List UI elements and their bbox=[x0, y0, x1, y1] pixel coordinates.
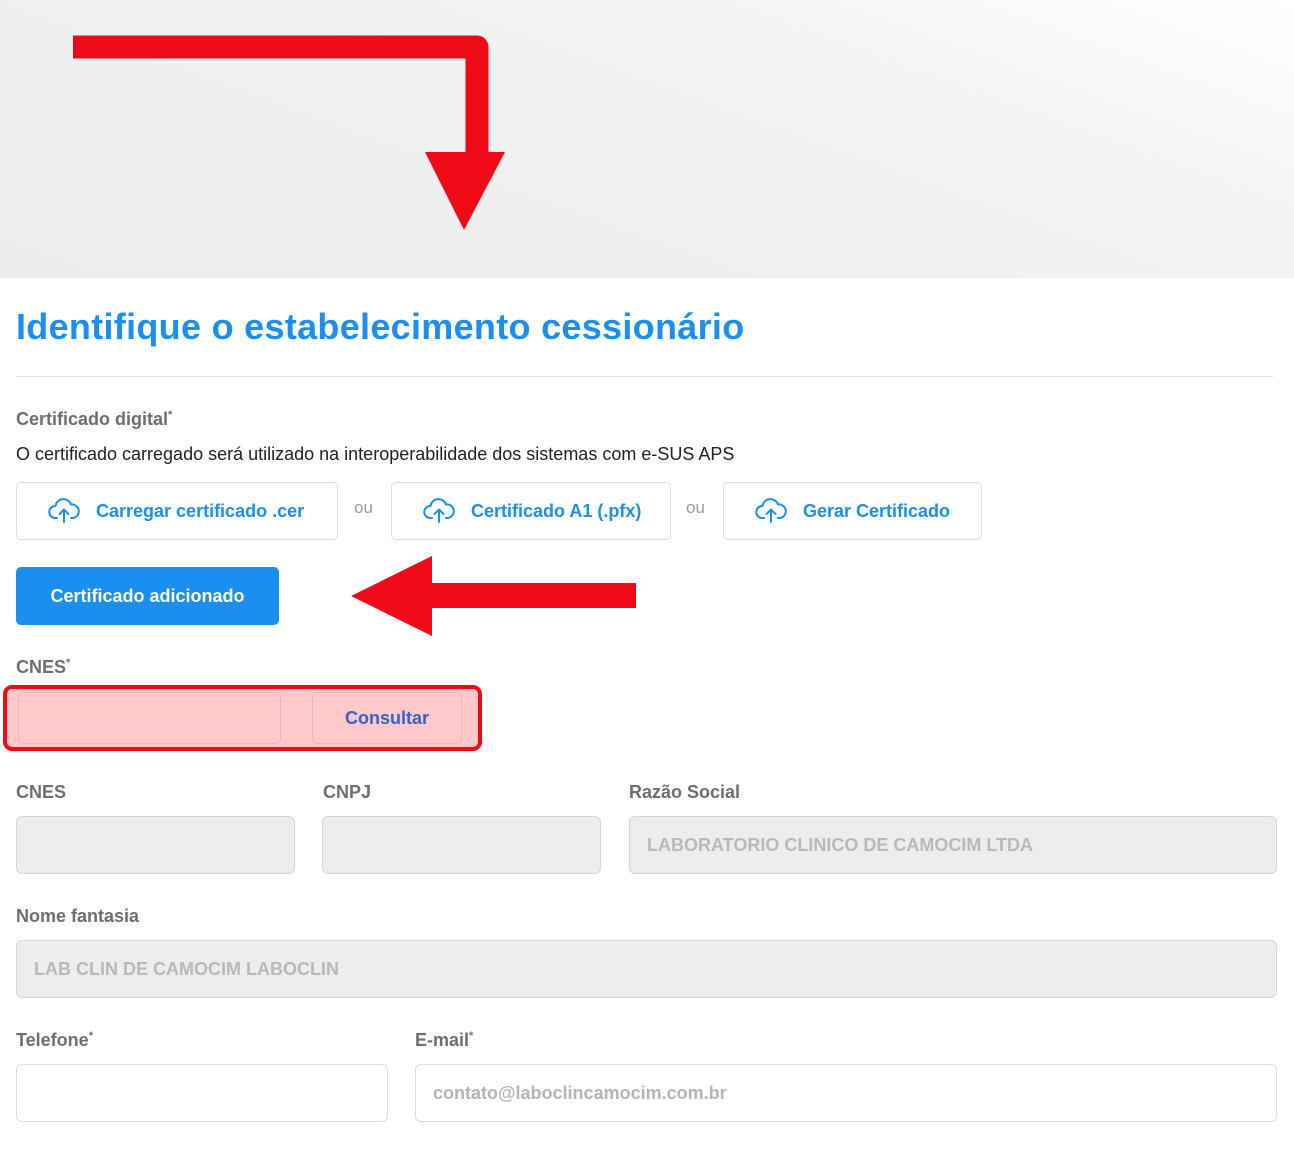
certificate-label: Certificado digital* bbox=[16, 409, 173, 429]
nome-fantasia-label: Nome fantasia bbox=[16, 906, 140, 926]
email-label: E-mail* bbox=[415, 1030, 474, 1050]
cnes-label: CNES bbox=[16, 782, 67, 802]
top-banner bbox=[0, 0, 1294, 278]
razao-social-label: Razão Social bbox=[629, 782, 741, 802]
title-divider bbox=[16, 376, 1274, 377]
page-title: Identifique o estabelecimento cessionári… bbox=[16, 306, 745, 347]
cnpj-field bbox=[322, 816, 601, 874]
separator-ou: ou bbox=[686, 498, 705, 517]
upload-cer-button[interactable]: Carregar certificado .cer bbox=[16, 482, 338, 540]
certificate-added-button[interactable]: Certificado adicionado bbox=[16, 567, 279, 625]
telefone-label: Telefone* bbox=[16, 1030, 93, 1050]
cnpj-label: CNPJ bbox=[323, 782, 372, 802]
telefone-input[interactable] bbox=[16, 1064, 388, 1122]
cloud-upload-icon bbox=[423, 498, 455, 523]
cloud-upload-icon bbox=[48, 498, 80, 523]
cnes-search-highlight: Consultar bbox=[3, 685, 482, 751]
certificate-description: O certificado carregado será utilizado n… bbox=[16, 444, 735, 464]
generate-certificate-button[interactable]: Gerar Certificado bbox=[723, 482, 982, 540]
annotation-arrow-left bbox=[351, 556, 636, 636]
cnes-search-input[interactable] bbox=[18, 692, 281, 744]
cnes-search-label: CNES* bbox=[16, 657, 71, 677]
separator-ou: ou bbox=[354, 498, 373, 517]
consultar-button[interactable]: Consultar bbox=[312, 692, 462, 744]
cloud-upload-icon bbox=[755, 498, 787, 523]
cnes-field bbox=[16, 816, 295, 874]
nome-fantasia-field: LAB CLIN DE CAMOCIM LABOCLIN bbox=[16, 940, 1277, 998]
upload-pfx-button[interactable]: Certificado A1 (.pfx) bbox=[391, 482, 671, 540]
email-input[interactable]: contato@laboclincamocim.com.br bbox=[415, 1064, 1277, 1122]
razao-social-field: LABORATORIO CLINICO DE CAMOCIM LTDA bbox=[629, 816, 1277, 874]
